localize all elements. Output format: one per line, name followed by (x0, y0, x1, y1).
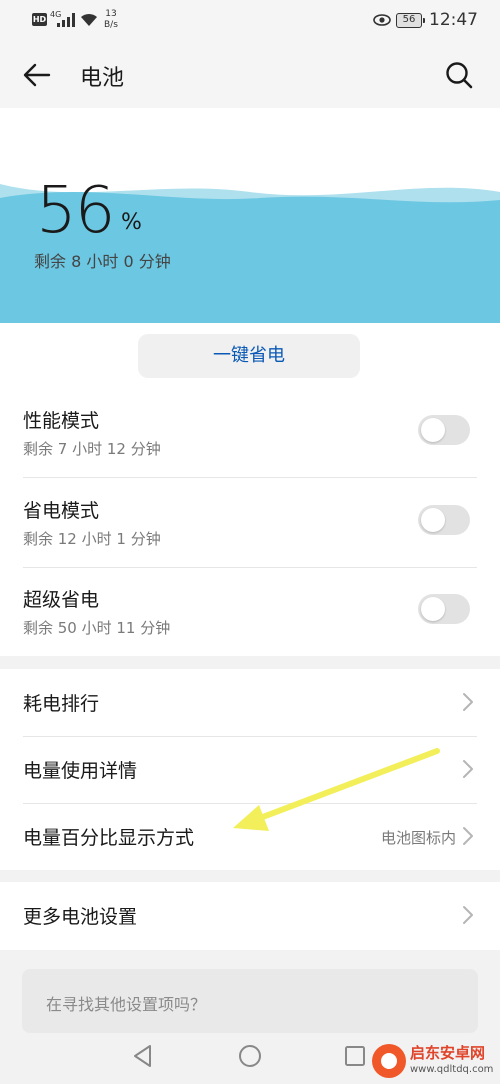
hd-badge: HD (32, 13, 47, 26)
battery-settings-screen: HD 4G 13 B/s 56 12:47 电池 56 % 剩余 8 小时 0 … (0, 0, 500, 1084)
signal-icon (57, 13, 75, 27)
mode-title: 性能模式 (23, 410, 100, 432)
back-arrow-icon[interactable] (22, 60, 52, 90)
eye-comfort-icon (373, 14, 391, 26)
clock: 12:47 (429, 10, 478, 30)
battery-percent: 56 (36, 174, 115, 248)
mode-title: 超级省电 (23, 589, 100, 611)
chevron-right-icon (463, 760, 473, 778)
network-speed-unit: B/s (104, 20, 118, 30)
mode-row-power-saving[interactable]: 省电模式 剩余 12 小时 1 分钟 (0, 478, 500, 567)
power-saving-mode-toggle[interactable] (418, 505, 470, 535)
list-item-more-battery-settings[interactable]: 更多电池设置 (0, 882, 500, 949)
mode-row-ultra-saving[interactable]: 超级省电 剩余 50 小时 11 分钟 (0, 567, 500, 656)
network-speed-value: 13 (105, 9, 117, 19)
more-settings-card: 更多电池设置 (0, 882, 500, 950)
watermark-url: www.qdltdq.com (410, 1064, 494, 1075)
mode-subtitle: 剩余 7 小时 12 分钟 (23, 440, 161, 458)
nav-recent-apps-icon[interactable] (344, 1045, 366, 1067)
title-bar: 电池 (0, 42, 500, 108)
status-bar: HD 4G 13 B/s 56 12:47 (0, 0, 500, 42)
one-key-save-button[interactable]: 一键省电 (138, 334, 360, 378)
search-suggestion-text: 在寻找其他设置项吗？ (46, 995, 207, 1014)
battery-remaining-time: 剩余 8 小时 0 分钟 (34, 252, 171, 271)
nav-back-icon[interactable] (132, 1044, 154, 1068)
battery-percent-unit: % (121, 210, 142, 235)
battery-icon: 56 (396, 13, 425, 28)
mode-title: 省电模式 (23, 500, 100, 522)
list-item-title: 耗电排行 (23, 693, 100, 715)
network-speed: 13 B/s (104, 9, 118, 31)
list-item-title: 电量使用详情 (23, 760, 138, 782)
search-icon[interactable] (444, 60, 474, 90)
chevron-right-icon (463, 827, 473, 845)
annotation-arrow-icon (233, 748, 440, 831)
ultra-saving-mode-toggle[interactable] (418, 594, 470, 624)
power-mode-card: 一键省电 性能模式 剩余 7 小时 12 分钟 省电模式 剩余 12 小时 1 … (0, 323, 500, 656)
watermark: 启东安卓网 www.qdltdq.com (370, 1040, 500, 1084)
toggle-knob (421, 597, 445, 621)
list-item-power-ranking[interactable]: 耗电排行 (0, 669, 500, 736)
battery-hero: 56 % 剩余 8 小时 0 分钟 (0, 108, 500, 323)
toggle-knob (421, 508, 445, 532)
watermark-logo-icon (372, 1044, 406, 1078)
list-item-title: 电量百分比显示方式 (23, 827, 195, 849)
page-title: 电池 (80, 66, 125, 91)
mode-row-performance[interactable]: 性能模式 剩余 7 小时 12 分钟 (0, 388, 500, 477)
chevron-right-icon (463, 693, 473, 711)
chevron-right-icon (463, 906, 473, 924)
nav-home-icon[interactable] (238, 1044, 262, 1068)
wifi-icon (81, 13, 97, 26)
watermark-name: 启东安卓网 (410, 1044, 486, 1062)
mode-subtitle: 剩余 12 小时 1 分钟 (23, 530, 161, 548)
mode-subtitle: 剩余 50 小时 11 分钟 (23, 619, 171, 637)
search-suggestion[interactable]: 在寻找其他设置项吗？ (22, 969, 478, 1033)
toggle-knob (421, 418, 445, 442)
list-item-title: 更多电池设置 (23, 906, 138, 928)
performance-mode-toggle[interactable] (418, 415, 470, 445)
